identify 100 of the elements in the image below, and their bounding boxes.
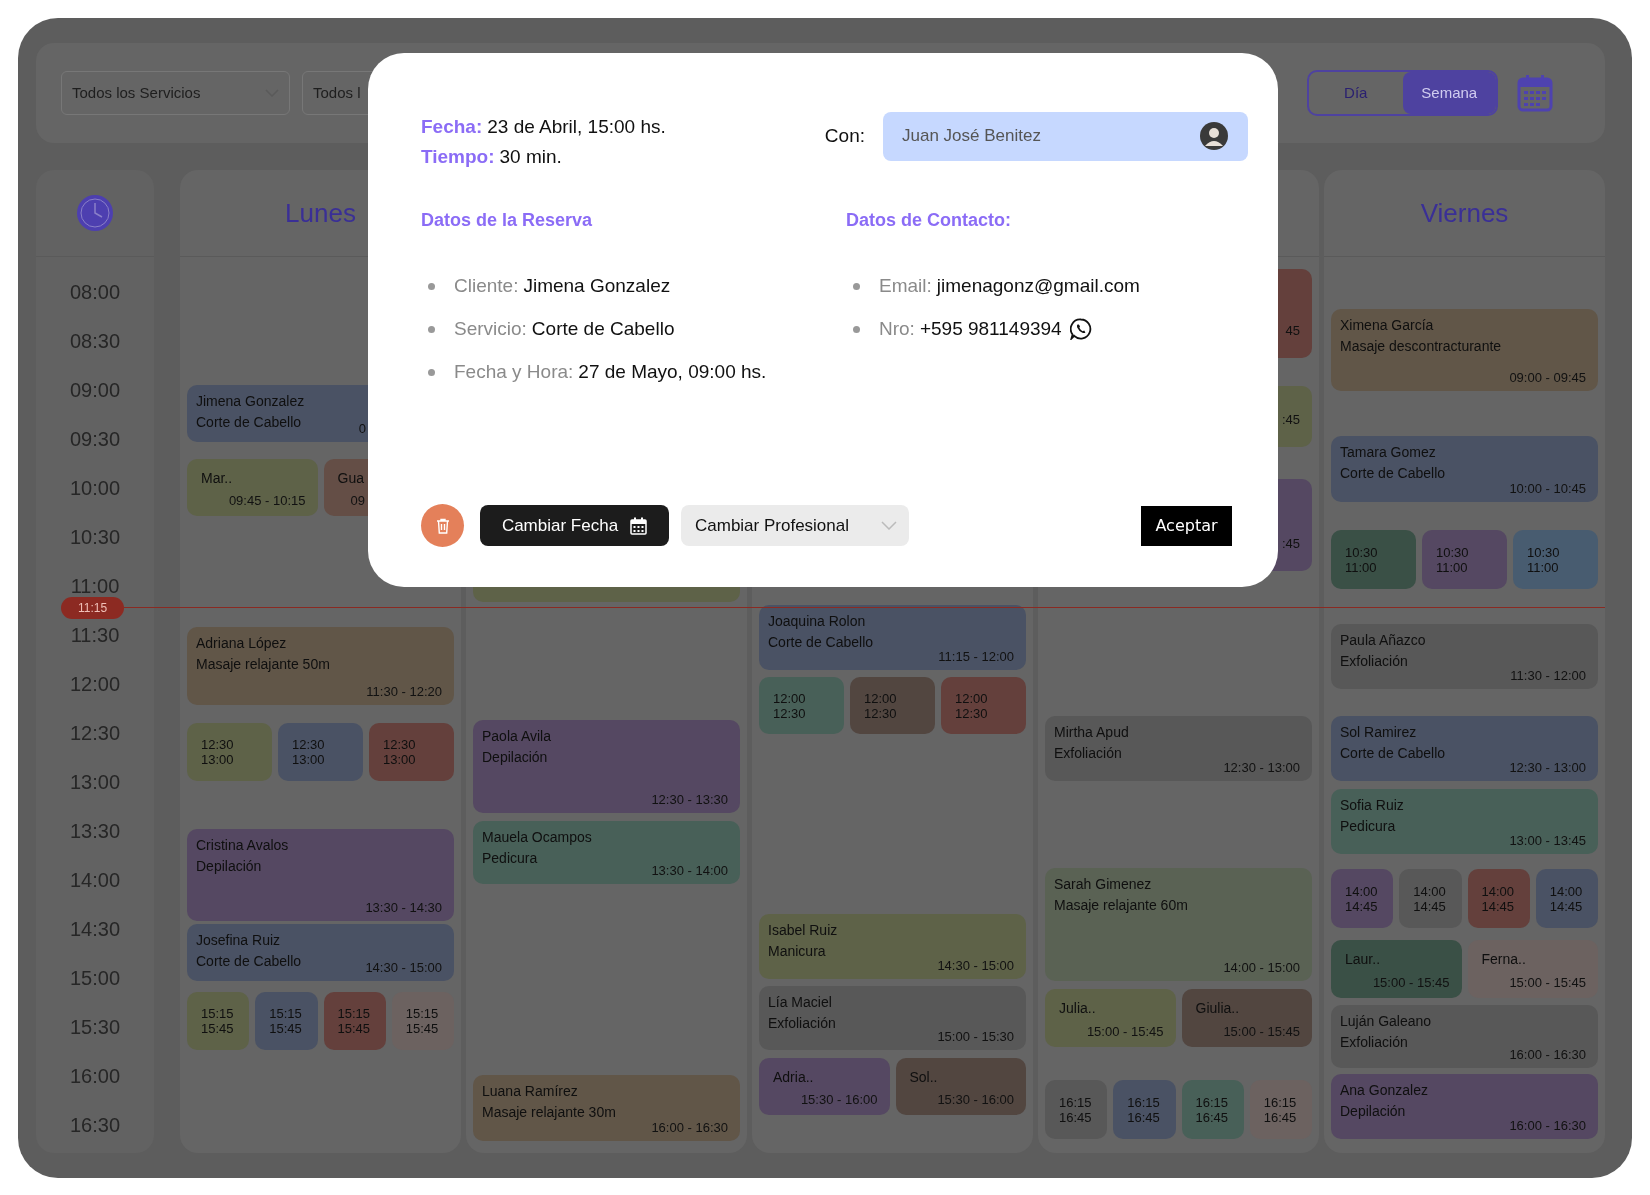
service-name: Exfoliación — [1340, 1033, 1408, 1052]
booking-card[interactable]: Sarah Gimenez Masaje relajante 60m 14:00 - 15:00 — [1045, 868, 1312, 981]
time-slot-card[interactable]: 15:15 15:45 — [255, 992, 318, 1050]
booking-card[interactable]: Josefina Ruiz Corte de Cabello 14:30 - 15:00 — [187, 924, 454, 981]
booking-card[interactable]: Lía Maciel Exfoliación 15:00 - 15:30 — [759, 986, 1026, 1050]
client-name: Mirtha Apud — [1054, 723, 1129, 742]
time-slot-card[interactable]: 15:15 15:45 — [391, 992, 454, 1050]
booking-card[interactable]: Ana Gonzalez Depilación 16:00 - 16:30 — [1331, 1074, 1598, 1139]
time-slot-card[interactable]: 12:00 12:30 — [850, 677, 935, 734]
client-name: Adriana López — [196, 634, 287, 653]
service-name: Pedicura — [482, 849, 538, 868]
booking-card[interactable]: Luján Galeano Exfoliación 16:00 - 16:30 — [1331, 1005, 1598, 1068]
time-slot-card[interactable]: 12:30 13:00 — [278, 723, 363, 781]
time-slot-card[interactable]: 16:15 16:45 — [1181, 1080, 1244, 1139]
professional-field[interactable]: Juan José Benitez — [883, 111, 1248, 161]
view-tab[interactable]: Semana — [1402, 72, 1496, 114]
service-name: Corte de Cabello — [196, 952, 302, 971]
booking-card[interactable]: Isabel Ruiz Manicura 14:30 - 15:00 — [759, 914, 1026, 979]
slot-end: 11:00 — [1436, 559, 1469, 575]
current-time-badge: 11:15 — [61, 597, 124, 619]
time-range: 0 — [358, 421, 366, 437]
time-slot-card[interactable]: 14:00 14:45 — [1467, 869, 1530, 928]
slot-end: 15:45 — [405, 1021, 440, 1036]
time-range: 15:00 - 15:45 — [1086, 1024, 1164, 1040]
time-slot-card[interactable]: 12:00 12:30 — [941, 677, 1026, 734]
time-range: 14:00 - 15:00 — [1223, 960, 1300, 976]
booking-card[interactable]: Cristina Avalos Depilación 13:30 - 14:30 — [187, 829, 454, 921]
booking-card[interactable]: Mar.. 09:45 - 10:15 — [187, 459, 318, 516]
service-name: Exfoliación — [1340, 652, 1408, 671]
slot-end: 13:00 — [201, 752, 235, 767]
booking-card[interactable]: Mauela Ocampos Pedicura 13:30 - 14:00 — [473, 821, 740, 884]
client-name: Ana Gonzalez — [1340, 1081, 1428, 1100]
time-range: 13:30 - 14:00 — [651, 863, 728, 879]
filter-dropdown[interactable]: Todos los Servicios — [61, 71, 290, 115]
time-label: 08:30 — [69, 330, 121, 351]
time-slot-card[interactable]: 16:15 16:45 — [1113, 1080, 1176, 1139]
avatar-icon — [1200, 122, 1228, 150]
phone-bubble-icon[interactable] — [1069, 318, 1092, 340]
time-label: 14:30 — [69, 918, 121, 939]
slot-end: 14:45 — [1549, 898, 1584, 914]
dropdown-label: Todos los Servicios — [72, 82, 201, 103]
time-slot-card[interactable]: 10:30 11:00 — [1513, 530, 1598, 589]
time-slot-card[interactable]: 15:15 15:45 — [323, 992, 386, 1050]
time-label: 08:00 — [69, 281, 121, 302]
client-name: Ferna.. — [1481, 950, 1526, 969]
slot-start: 12:30 — [383, 737, 417, 752]
booking-card[interactable]: Joaquina Rolon Corte de Cabello 11:15 - 12:00 — [759, 605, 1026, 670]
time-label: 13:30 — [69, 820, 121, 841]
client-name: Sol.. — [909, 1068, 938, 1087]
time-slot-card[interactable]: 14:00 14:45 — [1399, 869, 1462, 928]
time-range: 15:00 - 15:45 — [1223, 1024, 1300, 1040]
slot-start: 10:30 — [1436, 544, 1470, 560]
booking-card[interactable]: Laur.. 15:00 - 15:45 — [1331, 940, 1462, 998]
slot-start: 16:15 — [1263, 1094, 1298, 1110]
time-slot-card[interactable]: 16:15 16:45 — [1249, 1080, 1312, 1139]
change-date-button[interactable]: Cambiar Fecha — [480, 505, 669, 546]
slot-start: 15:15 — [201, 1006, 235, 1021]
booking-card[interactable]: Ximena García Masaje descontracturante 09:00 - 09:45 — [1331, 309, 1598, 391]
booking-card[interactable]: Sol.. 15:30 - 16:00 — [895, 1058, 1026, 1115]
time-slot-card[interactable]: 16:15 16:45 — [1045, 1080, 1108, 1139]
client-name: Sol Ramirez — [1340, 723, 1417, 742]
service-name: Pedicura — [1340, 817, 1396, 836]
change-professional-dropdown[interactable]: Cambiar Profesional — [681, 505, 909, 546]
time-slot-card[interactable]: 12:30 13:00 — [187, 723, 272, 781]
client-name: Luján Galeano — [1340, 1012, 1432, 1031]
time-slot-card[interactable]: 15:15 15:45 — [187, 992, 250, 1050]
delete-button[interactable] — [421, 504, 464, 547]
booking-card[interactable]: Tamara Gomez Corte de Cabello 10:00 - 10:45 — [1331, 436, 1598, 502]
booking-card[interactable]: Julia.. 15:00 - 15:45 — [1045, 989, 1176, 1047]
booking-card[interactable]: Sofia Ruiz Pedicura 13:00 - 13:45 — [1331, 789, 1598, 854]
accept-button[interactable]: Aceptar — [1141, 505, 1232, 546]
booking-card[interactable]: Luana Ramírez Masaje relajante 30m 16:00 - 16:30 — [473, 1075, 740, 1141]
client-name: Isabel Ruiz — [768, 921, 838, 940]
service-name: Masaje descontracturante — [1340, 337, 1502, 356]
booking-card[interactable]: Sol Ramirez Corte de Cabello 12:30 - 13:00 — [1331, 716, 1598, 781]
time-slot-card[interactable]: 12:30 13:00 — [369, 723, 454, 781]
booking-card[interactable]: Giulia.. 15:00 - 15:45 — [1181, 989, 1312, 1047]
client-name: Mar.. — [201, 469, 233, 488]
booking-card[interactable]: Adria.. 15:30 - 16:00 — [759, 1058, 890, 1115]
slot-end: 14:45 — [1481, 898, 1516, 914]
time-label: 16:00 — [69, 1065, 121, 1086]
booking-card[interactable]: Ferna.. 15:00 - 15:45 — [1467, 940, 1598, 998]
field-label: Servicio: — [454, 317, 527, 341]
tiempo-value: 30 min. — [499, 145, 562, 169]
time-range: 15:30 - 16:00 — [800, 1092, 878, 1108]
booking-card[interactable]: Mirtha Apud Exfoliación 12:30 - 13:00 — [1045, 716, 1312, 781]
booking-card[interactable]: Paola Avila Depilación 12:30 - 13:30 — [473, 720, 740, 813]
field-value: +595 981149394 — [919, 317, 1062, 341]
time-slot-card[interactable]: 10:30 11:00 — [1331, 530, 1416, 589]
time-slot-card[interactable]: 12:00 12:30 — [759, 677, 844, 734]
slot-start: 10:30 — [1527, 544, 1561, 560]
view-tab[interactable]: Día — [1309, 72, 1403, 114]
slot-end: 16:45 — [1195, 1109, 1230, 1125]
booking-card[interactable]: Adriana López Masaje relajante 50m 11:30 - 12:20 — [187, 627, 454, 705]
time-slot-card[interactable]: 10:30 11:00 — [1422, 530, 1507, 589]
time-slot-card[interactable]: 14:00 14:45 — [1535, 869, 1598, 928]
time-slot-card[interactable]: 14:00 14:45 — [1331, 869, 1394, 928]
section-title: Datos de Contacto: — [846, 209, 1012, 232]
time-label: 11:30 — [70, 624, 120, 645]
booking-card[interactable]: Paula Añazco Exfoliación 11:30 - 12:00 — [1331, 624, 1598, 689]
